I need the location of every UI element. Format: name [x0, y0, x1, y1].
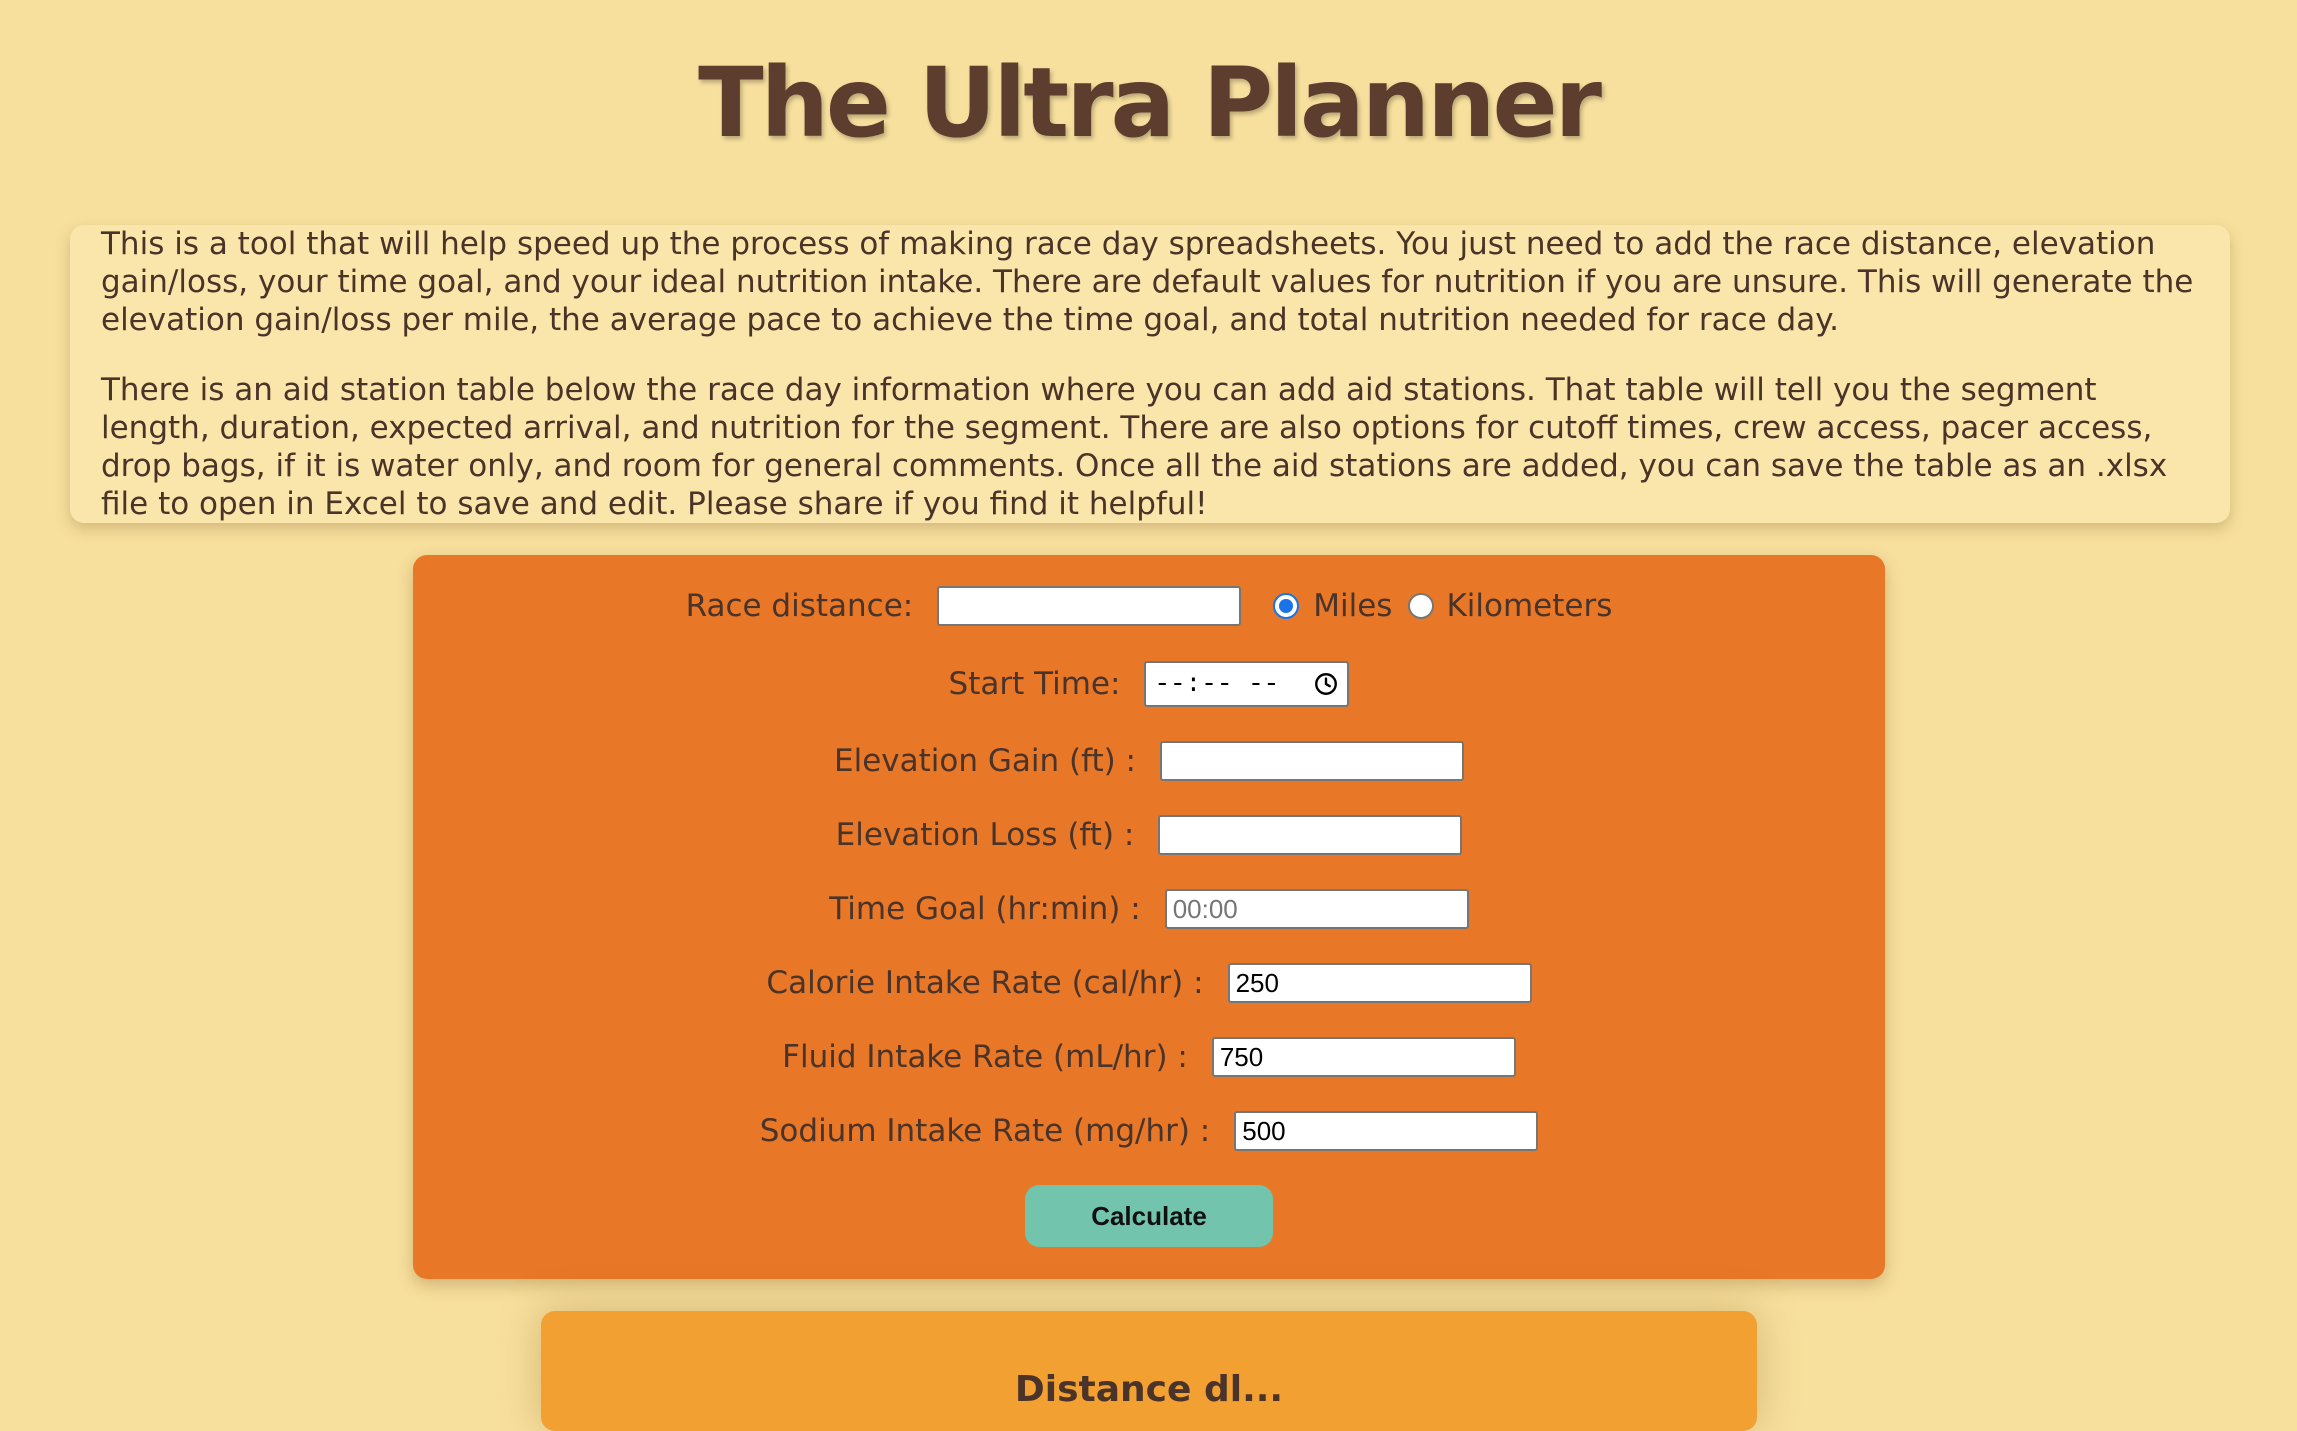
fluid-rate-row: Fluid Intake Rate (mL/hr) : [413, 1035, 1885, 1079]
sodium-rate-input[interactable] [1234, 1111, 1539, 1151]
elevation-loss-label: Elevation Loss (ft) : [835, 817, 1135, 853]
start-time-placeholder: --:-- -- [1154, 669, 1280, 699]
elevation-loss-row: Elevation Loss (ft) : [413, 813, 1885, 857]
race-distance-input[interactable] [937, 586, 1242, 626]
fluid-rate-input[interactable] [1211, 1037, 1516, 1077]
intro-paragraph-2: There is an aid station table below the … [101, 372, 2168, 522]
calculate-row: Calculate [413, 1185, 1885, 1247]
results-card: Distance dl... [541, 1311, 1757, 1431]
kilometers-radio[interactable] [1408, 593, 1435, 619]
sodium-rate-row: Sodium Intake Rate (mg/hr) : [413, 1109, 1885, 1153]
calorie-rate-row: Calorie Intake Rate (cal/hr) : [413, 961, 1885, 1005]
start-time-row: Start Time: --:-- -- [413, 661, 1885, 707]
miles-label: Miles [1313, 588, 1393, 624]
race-info-form: Race distance: Miles Kilometers Start Ti… [413, 555, 1885, 1279]
race-distance-row: Race distance: Miles Kilometers [413, 584, 1885, 628]
time-goal-label: Time Goal (hr:min) : [829, 891, 1141, 927]
results-heading: Distance dl... [1014, 1369, 1284, 1410]
start-time-input[interactable]: --:-- -- [1144, 661, 1350, 707]
clock-icon[interactable] [1313, 671, 1339, 697]
race-distance-label: Race distance: [685, 588, 914, 624]
fluid-rate-label: Fluid Intake Rate (mL/hr) : [782, 1039, 1188, 1075]
intro-card: This is a tool that will help speed up t… [70, 225, 2230, 523]
kilometers-label: Kilometers [1446, 588, 1613, 624]
calculate-button[interactable]: Calculate [1025, 1185, 1273, 1247]
miles-radio[interactable] [1273, 593, 1300, 619]
time-goal-row: Time Goal (hr:min) : [413, 887, 1885, 931]
start-time-label: Start Time: [948, 666, 1121, 702]
elevation-loss-input[interactable] [1158, 815, 1463, 855]
page-title: The Ultra Planner [698, 47, 1602, 159]
calorie-rate-input[interactable] [1227, 963, 1532, 1003]
elevation-gain-row: Elevation Gain (ft) : [413, 739, 1885, 783]
sodium-rate-label: Sodium Intake Rate (mg/hr) : [759, 1113, 1211, 1149]
time-goal-input[interactable] [1164, 889, 1469, 929]
calorie-rate-label: Calorie Intake Rate (cal/hr) : [766, 965, 1204, 1001]
elevation-gain-input[interactable] [1160, 741, 1464, 781]
intro-paragraph-1: This is a tool that will help speed up t… [101, 226, 2194, 338]
elevation-gain-label: Elevation Gain (ft) : [834, 743, 1136, 779]
